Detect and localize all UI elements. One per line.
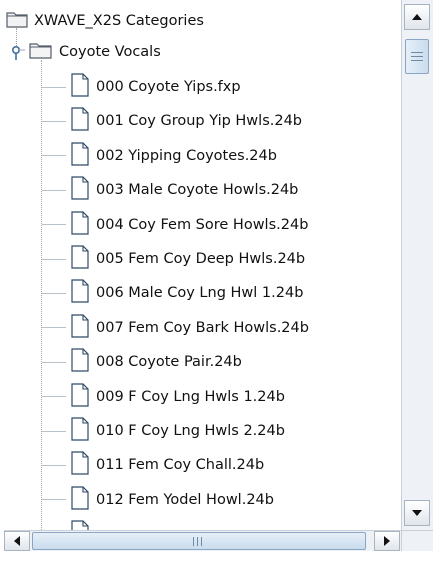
- file-node[interactable]: 008 Coyote Pair.24b: [42, 347, 242, 377]
- file-node[interactable]: 012 Fem Yodel Howl.24b: [42, 485, 274, 515]
- file-label: 004 Coy Fem Sore Howls.24b: [96, 216, 309, 233]
- file-icon: [70, 417, 90, 445]
- file-icon: [70, 107, 90, 135]
- file-label: 006 Male Coy Lng Hwl 1.24b: [96, 285, 304, 302]
- file-icon: [70, 314, 90, 342]
- expanded-node-handle-icon[interactable]: [9, 42, 25, 62]
- file-icon: [70, 348, 90, 376]
- file-label: 002 Yipping Coyotes.24b: [96, 147, 277, 164]
- file-icon: [70, 142, 90, 170]
- file-label: 009 F Coy Lng Hwls 1.24b: [96, 388, 285, 405]
- file-label: 008 Coyote Pair.24b: [96, 354, 242, 371]
- folder-icon: [6, 10, 28, 32]
- file-icon: [70, 486, 90, 514]
- arrow-left-icon: [14, 536, 20, 546]
- file-node[interactable]: 010 F Coy Lng Hwls 2.24b: [42, 416, 285, 446]
- file-node[interactable]: 006 Male Coy Lng Hwl 1.24b: [42, 278, 303, 308]
- file-icon: [70, 382, 90, 411]
- arrow-down-icon: [412, 510, 422, 516]
- tree-root-node[interactable]: XWAVE_X2S Categories: [6, 6, 204, 36]
- file-label: 012 Fem Yodel Howl.24b: [96, 491, 274, 508]
- file-icon: [70, 279, 90, 307]
- file-label: 007 Fem Coy Bark Howls.24b: [96, 319, 309, 336]
- scroll-down-button[interactable]: [404, 500, 430, 526]
- scroll-left-button[interactable]: [4, 531, 30, 551]
- scroll-right-button[interactable]: [374, 531, 400, 551]
- arrow-right-icon: [384, 536, 390, 546]
- file-label: 005 Fem Coy Deep Hwls.24b: [96, 251, 306, 267]
- tree-connector: [42, 86, 66, 88]
- file-node[interactable]: 003 Male Coyote Howls.24b: [42, 175, 298, 205]
- tree-connector: [42, 430, 66, 432]
- file-node[interactable]: 011 Fem Coy Chall.24b: [42, 450, 264, 480]
- folder-label: Coyote Vocals: [59, 44, 161, 60]
- tree-folder-node[interactable]: Coyote Vocals: [9, 37, 161, 67]
- file-label: 003 Male Coyote Howls.24b: [96, 182, 299, 199]
- root-label: XWAVE_X2S Categories: [34, 13, 204, 29]
- file-node[interactable]: 009 F Coy Lng Hwls 1.24b: [42, 382, 285, 412]
- file-node[interactable]: 000 Coyote Yips.fxp: [42, 72, 241, 102]
- vertical-scroll-thumb[interactable]: [405, 38, 429, 74]
- file-label: 011 Fem Coy Chall.24b: [96, 457, 265, 474]
- file-icon: [70, 73, 90, 101]
- tree-viewport[interactable]: XWAVE_X2S Categories Coyote Vocals 000 C…: [4, 0, 401, 530]
- tree-connector: [42, 189, 66, 191]
- vertical-scrollbar[interactable]: [401, 0, 433, 530]
- tree-connector: [42, 464, 66, 466]
- horizontal-scrollbar[interactable]: [4, 530, 401, 551]
- tree-connector: [42, 258, 66, 260]
- tree-connector: [42, 120, 66, 122]
- tree-connector: [42, 327, 66, 329]
- file-node-partial[interactable]: [42, 519, 90, 530]
- file-label: 000 Coyote Yips.fxp: [96, 79, 241, 95]
- tree-connector: [42, 361, 66, 363]
- scroll-up-button[interactable]: [404, 4, 430, 30]
- file-node[interactable]: 001 Coy Group Yip Hwls.24b: [42, 106, 302, 136]
- category-tree-panel: XWAVE_X2S Categories Coyote Vocals 000 C…: [0, 0, 443, 561]
- file-icon: [70, 176, 90, 204]
- arrow-up-icon: [412, 14, 422, 20]
- tree-connector: [42, 499, 66, 501]
- tree-connector: [42, 224, 66, 226]
- file-label: 010 F Coy Lng Hwls 2.24b: [96, 423, 285, 439]
- file-node[interactable]: 005 Fem Coy Deep Hwls.24b: [42, 244, 305, 274]
- file-icon: [70, 210, 90, 239]
- tree-connector: [42, 292, 66, 294]
- file-node[interactable]: 004 Coy Fem Sore Howls.24b: [42, 210, 308, 240]
- file-node[interactable]: 002 Yipping Coyotes.24b: [42, 141, 277, 171]
- tree-connector: [42, 155, 66, 157]
- scrollbar-corner: [401, 530, 433, 551]
- file-label: 001 Coy Group Yip Hwls.24b: [96, 113, 303, 130]
- file-icon: [70, 245, 90, 273]
- file-icon: [70, 451, 90, 479]
- file-node[interactable]: 007 Fem Coy Bark Howls.24b: [42, 313, 309, 343]
- horizontal-scroll-thumb[interactable]: [32, 532, 366, 550]
- file-icon: [70, 520, 90, 530]
- tree-connector: [42, 396, 66, 398]
